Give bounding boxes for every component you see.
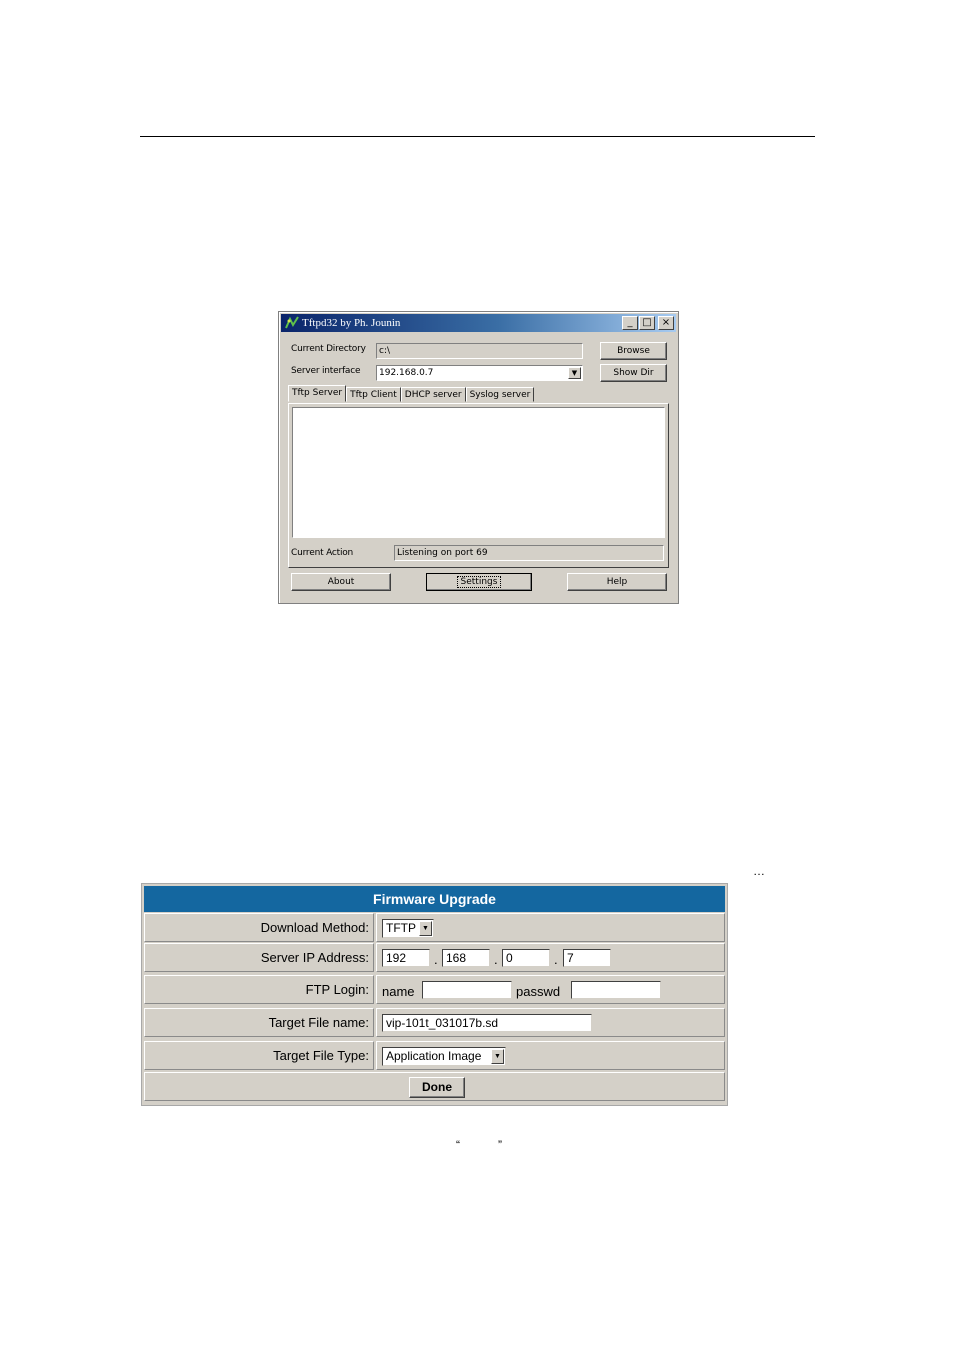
transfer-log-area[interactable] <box>292 407 665 538</box>
download-method-value: TFTP <box>386 921 416 935</box>
current-directory-field[interactable]: c:\ <box>376 343 583 359</box>
maximize-icon[interactable]: □ <box>639 316 655 330</box>
window-titlebar[interactable]: Tftpd32 by Ph. Jounin _ □ × <box>281 314 676 332</box>
target-file-type-value: Application Image <box>386 1049 482 1063</box>
minimize-icon[interactable]: _ <box>622 316 638 330</box>
current-action-field: Listening on port 69 <box>394 545 664 561</box>
tab-tftp-server[interactable]: Tftp Server <box>288 385 347 402</box>
tab-tftp-client[interactable]: Tftp Client <box>346 387 401 402</box>
ftp-login-row: FTP Login: name passwd <box>144 975 725 1004</box>
server-interface-value: 192.168.0.7 <box>379 368 434 378</box>
tab-panel: Current Action Listening on port 69 <box>288 403 669 568</box>
firmware-upgrade-form: Firmware Upgrade Download Method: TFTP ▼… <box>141 883 728 1106</box>
firmware-upgrade-header: Firmware Upgrade <box>144 886 725 912</box>
done-row: Done <box>144 1072 725 1101</box>
close-quote: ” <box>498 1138 502 1152</box>
target-file-type-row: Target File Type: Application Image ▼ <box>144 1041 725 1070</box>
chevron-down-icon[interactable]: ▼ <box>491 1049 504 1064</box>
browse-button-label: Browse <box>617 346 650 356</box>
name-label: name <box>382 984 415 999</box>
server-ip-label: Server IP Address: <box>260 950 369 965</box>
target-file-type-label: Target File Type: <box>273 1048 369 1063</box>
tab-strip: Tftp Server Tftp Client DHCP server Sysl… <box>288 385 535 402</box>
settings-button-label: Settings <box>456 576 502 588</box>
about-button-label: About <box>327 577 355 587</box>
target-file-type-select[interactable]: Application Image ▼ <box>382 1047 506 1066</box>
current-directory-label: Current Directory <box>291 344 366 354</box>
ip-octet-3-input[interactable]: 0 <box>502 949 550 967</box>
browse-button[interactable]: Browse <box>600 342 667 360</box>
chevron-down-icon[interactable]: ▼ <box>419 921 432 936</box>
ip-separator: . <box>494 952 498 967</box>
chevron-down-icon[interactable]: ▼ <box>568 367 581 379</box>
done-button[interactable]: Done <box>409 1077 465 1098</box>
show-dir-button[interactable]: Show Dir <box>600 364 667 382</box>
target-file-name-row: Target File name: vip-101t_031017b.sd <box>144 1008 725 1037</box>
current-action-label: Current Action <box>291 548 354 558</box>
tab-dhcp-server[interactable]: DHCP server <box>400 387 466 402</box>
download-method-select[interactable]: TFTP ▼ <box>382 919 434 938</box>
about-button[interactable]: About <box>291 573 391 591</box>
passwd-label: passwd <box>516 984 561 999</box>
download-method-row: Download Method: TFTP ▼ <box>144 913 725 942</box>
server-interface-label: Server interface <box>291 366 361 376</box>
help-button[interactable]: Help <box>567 573 667 591</box>
settings-button[interactable]: Settings <box>426 573 532 591</box>
ip-octet-1-input[interactable]: 192 <box>382 949 430 967</box>
tab-syslog-server[interactable]: Syslog server <box>465 387 535 402</box>
ellipsis-text: … <box>753 864 765 878</box>
open-quote: “ <box>456 1138 460 1152</box>
ip-octet-4-input[interactable]: 7 <box>563 949 611 967</box>
ip-separator: . <box>434 952 438 967</box>
help-button-label: Help <box>606 577 628 587</box>
ftp-passwd-input[interactable] <box>571 981 661 999</box>
tftpd-app-icon <box>285 316 299 330</box>
header-rule <box>140 136 815 137</box>
tftpd32-window: Tftpd32 by Ph. Jounin _ □ × Current Dire… <box>278 311 679 604</box>
window-title: Tftpd32 by Ph. Jounin <box>302 317 401 329</box>
server-ip-row: Server IP Address: 192 . 168 . 0 . 7 <box>144 943 725 972</box>
ip-octet-2-input[interactable]: 168 <box>442 949 490 967</box>
ftp-login-label: FTP Login: <box>305 982 369 997</box>
ip-separator: . <box>554 952 558 967</box>
close-icon[interactable]: × <box>658 316 674 330</box>
server-interface-combo[interactable]: 192.168.0.7 ▼ <box>376 365 583 381</box>
download-method-label: Download Method: <box>260 920 369 935</box>
show-dir-button-label: Show Dir <box>613 368 654 378</box>
target-file-name-input[interactable]: vip-101t_031017b.sd <box>382 1014 592 1032</box>
target-file-name-label: Target File name: <box>268 1015 369 1030</box>
ftp-name-input[interactable] <box>422 981 512 999</box>
